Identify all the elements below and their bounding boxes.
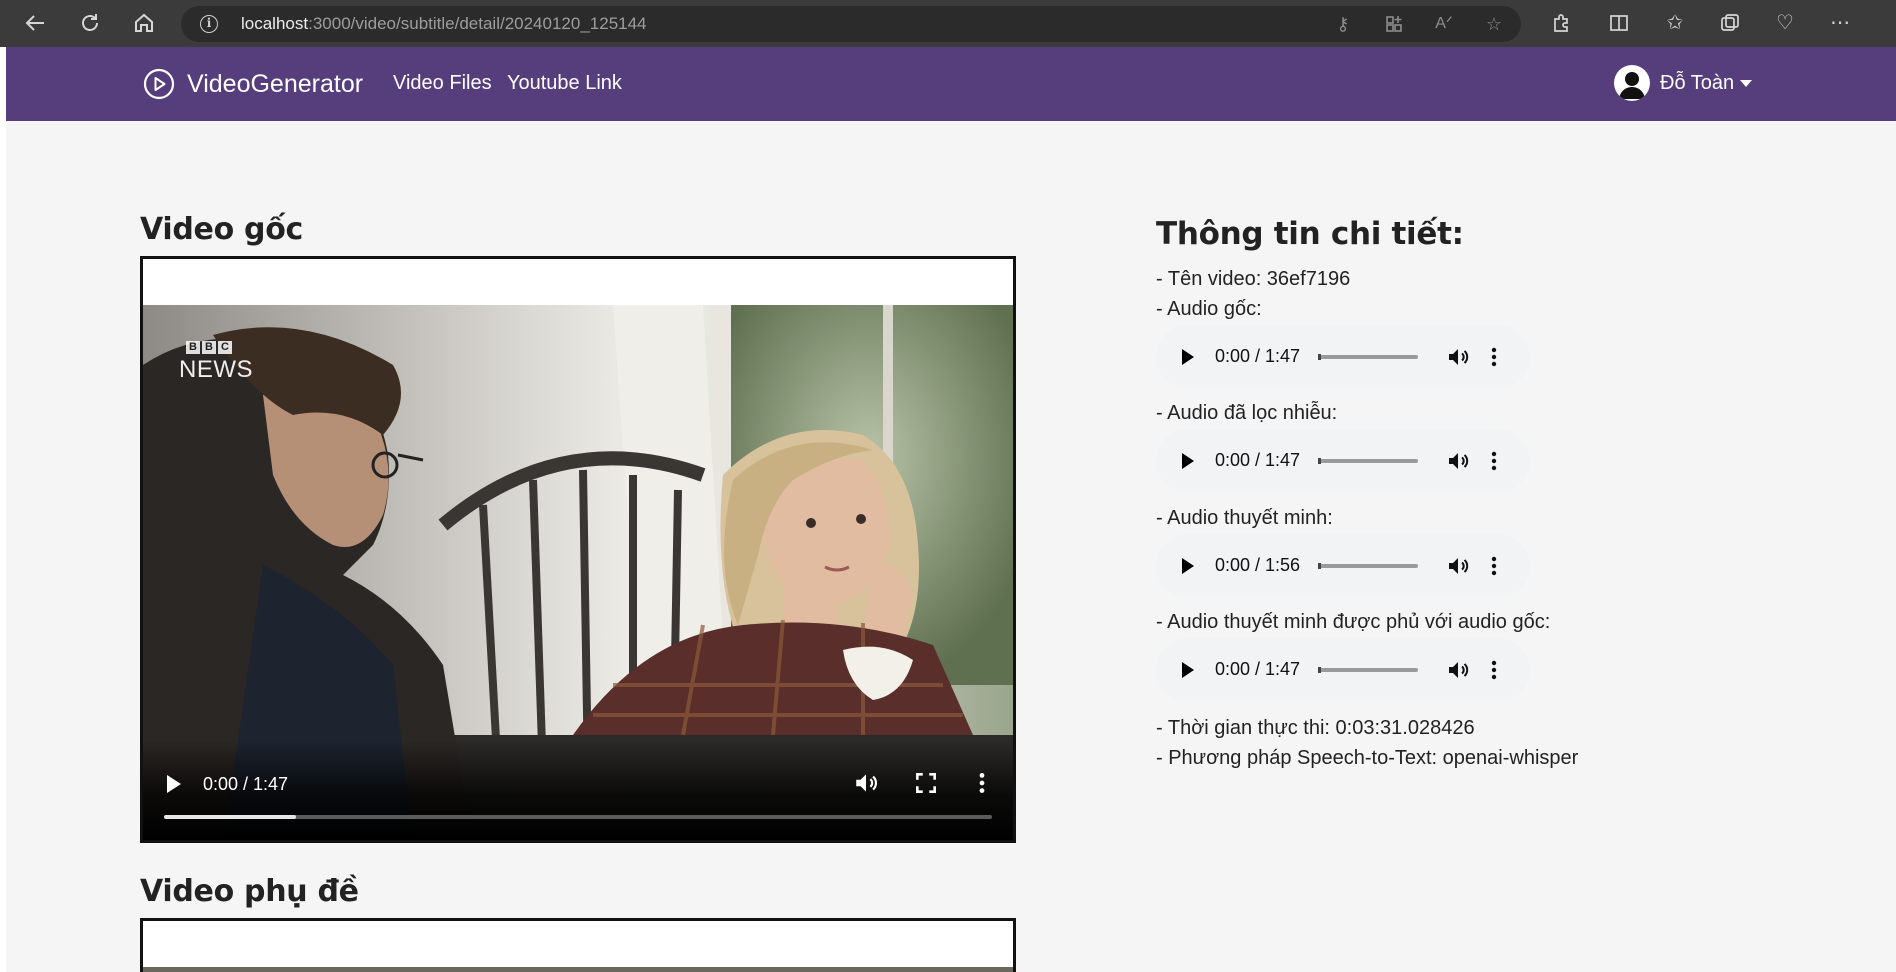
user-menu[interactable]: Đỗ Toàn: [1614, 65, 1753, 101]
video-controls: 0:00 / 1:47: [143, 740, 1013, 840]
stt-method: - Phương pháp Speech-to-Text: openai-whi…: [1156, 747, 1579, 769]
app-available-icon[interactable]: [1384, 14, 1404, 34]
browser-toolbar: i localhost:3000/video/subtitle/detail/2…: [0, 0, 1896, 47]
video-progress-fill: [164, 815, 297, 819]
play-icon[interactable]: [1182, 349, 1194, 365]
back-arrow-icon[interactable]: [24, 12, 46, 34]
settings-more-icon[interactable]: ⋯: [1829, 12, 1851, 34]
refresh-icon[interactable]: [79, 12, 101, 34]
more-options-icon[interactable]: [1488, 345, 1500, 369]
execution-time: - Thời gian thực thi: 0:03:31.028426: [1156, 717, 1475, 739]
more-options-icon[interactable]: [969, 770, 995, 796]
key-icon[interactable]: ⚷: [1333, 14, 1353, 34]
audio-denoised-label: - Audio đã lọc nhiễu:: [1156, 402, 1338, 424]
play-icon[interactable]: [1182, 662, 1194, 678]
play-icon[interactable]: [1182, 453, 1194, 469]
fullscreen-icon[interactable]: [913, 770, 939, 796]
audio-mixed-player[interactable]: 0:00 / 1:47: [1156, 638, 1530, 702]
volume-icon[interactable]: [1446, 554, 1470, 578]
audio-progress-thumb[interactable]: [1318, 458, 1321, 464]
play-icon[interactable]: [167, 775, 181, 793]
audio-progress-bar[interactable]: [1318, 354, 1418, 360]
video-time: 0:00 / 1:47: [203, 774, 289, 794]
url-text[interactable]: localhost:3000/video/subtitle/detail/202…: [241, 14, 647, 34]
user-icon: [1619, 72, 1645, 99]
favorite-star-icon[interactable]: ☆: [1484, 14, 1504, 34]
user-name[interactable]: Đỗ Toàn: [1660, 72, 1734, 95]
browser-essentials-icon[interactable]: ♡: [1774, 12, 1796, 34]
site-info-icon[interactable]: i: [200, 15, 218, 33]
home-icon[interactable]: [133, 12, 155, 34]
audio-narration-player[interactable]: 0:00 / 1:56: [1156, 534, 1530, 598]
subtitle-video-frame-image: [143, 967, 1013, 972]
audio-time: 0:00 / 1:47: [1215, 346, 1301, 366]
original-video-player[interactable]: BBC NEWS 0:00 / 1:47: [140, 256, 1016, 843]
audio-progress-thumb[interactable]: [1318, 667, 1321, 673]
bbc-logo: BBC: [189, 341, 229, 353]
subtitle-video-title: Video phụ đề: [140, 874, 359, 909]
audio-time: 0:00 / 1:56: [1215, 555, 1301, 575]
volume-icon[interactable]: [1446, 658, 1470, 682]
audio-mixed-label: - Audio thuyết minh được phủ với audio g…: [1156, 611, 1551, 633]
more-options-icon[interactable]: [1488, 449, 1500, 473]
read-aloud-icon[interactable]: Aᐟ: [1434, 14, 1454, 34]
brand-name[interactable]: VideoGenerator: [187, 70, 363, 99]
dropdown-caret-icon[interactable]: [1740, 79, 1753, 87]
original-video-title: Video gốc: [140, 212, 304, 247]
nav-link-video-files[interactable]: Video Files: [393, 72, 492, 95]
details-title: Thông tin chi tiết:: [1156, 216, 1464, 252]
audio-time: 0:00 / 1:47: [1215, 450, 1301, 470]
audio-progress-thumb[interactable]: [1318, 563, 1321, 569]
page-edge: [0, 47, 6, 972]
collections-icon[interactable]: [1719, 12, 1741, 34]
play-icon[interactable]: [1182, 558, 1194, 574]
favorites-icon[interactable]: ✩: [1664, 12, 1686, 34]
more-options-icon[interactable]: [1488, 658, 1500, 682]
audio-denoised-player[interactable]: 0:00 / 1:47: [1156, 429, 1530, 493]
audio-original-label: - Audio gốc:: [1156, 298, 1262, 320]
audio-progress-thumb[interactable]: [1318, 354, 1321, 360]
more-options-icon[interactable]: [1488, 554, 1500, 578]
navbar: VideoGenerator Video Files Youtube Link …: [6, 47, 1896, 121]
extensions-icon[interactable]: [1550, 12, 1572, 34]
volume-icon[interactable]: [1446, 449, 1470, 473]
audio-progress-bar[interactable]: [1318, 667, 1418, 673]
video-progress-bar[interactable]: [164, 815, 992, 819]
address-bar[interactable]: i localhost:3000/video/subtitle/detail/2…: [181, 6, 1521, 42]
audio-progress-bar[interactable]: [1318, 563, 1418, 569]
play-circle-icon: [143, 68, 175, 100]
audio-original-player[interactable]: 0:00 / 1:47: [1156, 325, 1530, 389]
news-logo-text: NEWS: [179, 356, 253, 383]
avatar[interactable]: [1614, 65, 1650, 101]
audio-progress-bar[interactable]: [1318, 458, 1418, 464]
volume-icon[interactable]: [1446, 345, 1470, 369]
audio-time: 0:00 / 1:47: [1215, 659, 1301, 679]
split-screen-icon[interactable]: [1608, 12, 1630, 34]
video-name: - Tên video: 36ef7196: [1156, 268, 1351, 290]
subtitle-video-player[interactable]: [140, 918, 1016, 972]
audio-narration-label: - Audio thuyết minh:: [1156, 507, 1333, 529]
nav-link-youtube-link[interactable]: Youtube Link: [507, 72, 622, 95]
volume-icon[interactable]: [853, 770, 879, 796]
brand[interactable]: VideoGenerator: [143, 67, 363, 101]
